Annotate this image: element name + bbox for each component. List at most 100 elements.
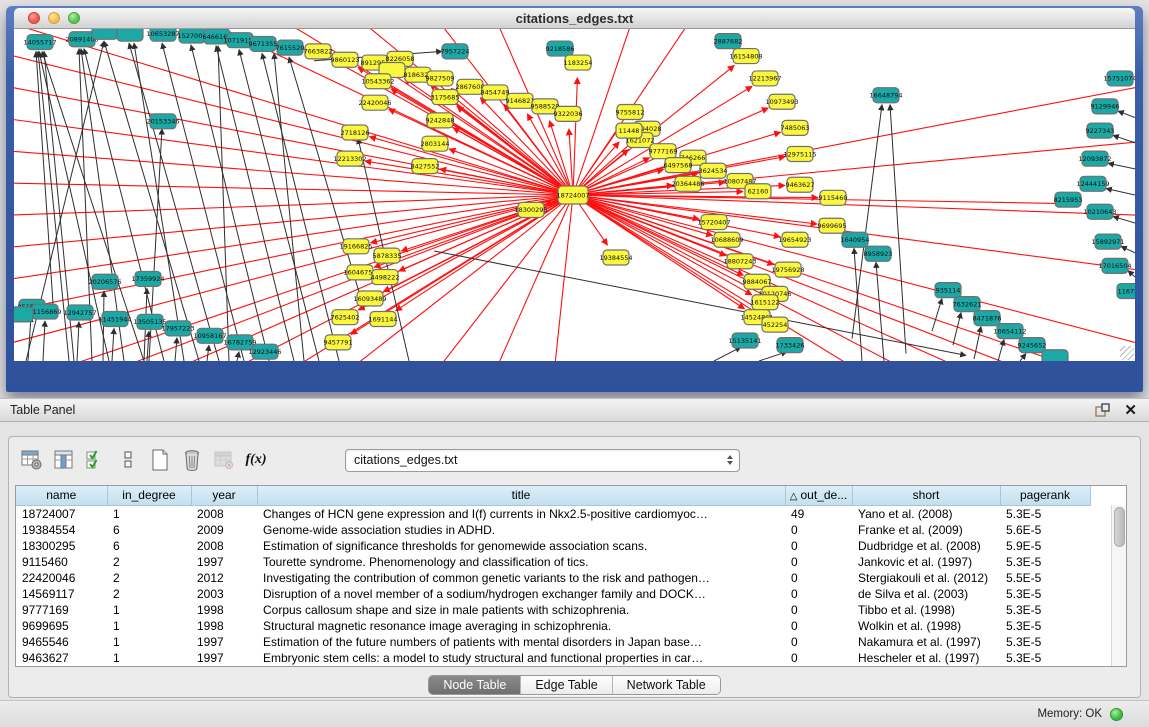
- table-row[interactable]: 1872400712008Changes of HCN gene express…: [16, 505, 1113, 522]
- graph-node[interactable]: 18807243: [723, 254, 756, 269]
- tab-node-table[interactable]: Node Table: [429, 676, 520, 694]
- graph-node[interactable]: 20153346: [146, 114, 179, 129]
- window-resize-grip-icon[interactable]: [1120, 346, 1134, 360]
- graph-node[interactable]: 9242848: [426, 113, 455, 128]
- tab-edge-table[interactable]: Edge Table: [520, 676, 611, 694]
- graph-node[interactable]: 16154808: [729, 49, 762, 64]
- graph-node[interactable]: 6497568: [664, 158, 693, 173]
- graph-node[interactable]: 7625402: [331, 310, 360, 325]
- graph-node[interactable]: 7632621: [953, 297, 982, 312]
- graph-node[interactable]: 2803144: [421, 136, 450, 151]
- graph-node[interactable]: 9129946: [1091, 99, 1120, 114]
- graph-hub-node[interactable]: 18724007: [556, 186, 589, 204]
- graph-node[interactable]: 1183254: [564, 55, 593, 70]
- graph-node[interactable]: 8471876: [973, 311, 1002, 326]
- graph-node[interactable]: 14055717: [23, 35, 56, 50]
- column-header-name[interactable]: name: [16, 486, 107, 505]
- graph-node[interactable]: 3175685: [431, 90, 460, 105]
- graph-node[interactable]: 1640954: [841, 232, 870, 247]
- graph-node[interactable]: 7615520: [276, 40, 305, 55]
- select-columns-button[interactable]: [51, 447, 77, 473]
- select-all-rows-button[interactable]: [83, 447, 109, 473]
- graph-node[interactable]: 17359924: [131, 271, 164, 286]
- graph-node[interactable]: 5878335: [373, 248, 402, 263]
- graph-node[interactable]: 17957223: [161, 321, 194, 336]
- graph-node[interactable]: 15135141: [728, 333, 761, 348]
- graph-node[interactable]: 2718126: [341, 125, 370, 140]
- graph-node[interactable]: 19756928: [771, 262, 804, 277]
- graph-node[interactable]: 935114: [935, 283, 961, 298]
- column-header-short[interactable]: short: [852, 486, 1000, 505]
- graph-node[interactable]: 19384554: [599, 250, 632, 265]
- graph-node[interactable]: [14, 307, 33, 322]
- table-row[interactable]: 946554611997Estimation of the future num…: [16, 634, 1113, 650]
- table-row[interactable]: 977716911998Corpus callosum shape and si…: [16, 602, 1113, 618]
- graph-node[interactable]: 16093489: [353, 291, 386, 306]
- column-header-pagerank[interactable]: pagerank: [1000, 486, 1090, 505]
- window-titlebar[interactable]: citations_edges.txt: [14, 8, 1135, 29]
- graph-node[interactable]: 452254: [762, 317, 788, 332]
- graph-node[interactable]: [1042, 350, 1068, 361]
- graph-node[interactable]: 19166825: [339, 239, 372, 254]
- graph-node[interactable]: 10543362: [361, 74, 394, 89]
- graph-node[interactable]: 18300295: [514, 202, 547, 217]
- create-table-button[interactable]: [147, 447, 173, 473]
- table-row[interactable]: 946362711997Embryonic stem cells: a mode…: [16, 650, 1113, 666]
- graph-node[interactable]: 9218586: [546, 41, 575, 56]
- graph-node[interactable]: 9463627: [786, 177, 815, 192]
- graph-node[interactable]: [92, 29, 118, 39]
- graph-node[interactable]: 9322036: [554, 106, 583, 121]
- graph-node[interactable]: 3624534: [699, 163, 728, 178]
- graph-node[interactable]: 12923446: [248, 344, 281, 359]
- graph-node[interactable]: 10958167: [193, 328, 226, 343]
- graph-node[interactable]: 9827509: [426, 71, 455, 86]
- graph-node[interactable]: [117, 29, 143, 41]
- graph-node[interactable]: 16648794: [869, 88, 902, 103]
- graph-node[interactable]: 9671355: [249, 36, 278, 51]
- graph-node[interactable]: 22420046: [358, 95, 391, 110]
- row-height-button[interactable]: [115, 447, 141, 473]
- delete-selected-button[interactable]: [179, 447, 205, 473]
- tab-network-table[interactable]: Network Table: [612, 676, 720, 694]
- graph-node[interactable]: 19654923: [778, 232, 811, 247]
- graph-node[interactable]: 7957224: [441, 44, 470, 59]
- column-header-title[interactable]: title: [257, 486, 785, 505]
- graph-node[interactable]: 10973493: [765, 94, 798, 109]
- graph-node[interactable]: 9227343: [1086, 123, 1115, 138]
- column-header-indegree[interactable]: in_degree: [107, 486, 191, 505]
- graph-node[interactable]: 20364486: [671, 176, 704, 191]
- table-row[interactable]: 2242004622012Investigating the contribut…: [16, 570, 1113, 586]
- close-panel-icon[interactable]: ✕: [1124, 403, 1137, 418]
- table-row[interactable]: 1938455462009Genome-wide association stu…: [16, 522, 1113, 538]
- graph-node[interactable]: 9457791: [324, 335, 353, 350]
- graph-node[interactable]: 20206576: [88, 274, 121, 289]
- column-header-outde[interactable]: △out_de...: [785, 486, 852, 505]
- graph-node[interactable]: 10688609: [710, 232, 743, 247]
- table-selector-dropdown[interactable]: citations_edges.txt: [345, 449, 740, 472]
- graph-node[interactable]: 9777169: [649, 144, 678, 159]
- graph-node[interactable]: 15751074: [1103, 71, 1135, 86]
- table-vertical-scrollbar[interactable]: [1111, 505, 1126, 666]
- graph-node[interactable]: 8427552: [411, 159, 440, 174]
- graph-node[interactable]: 116753: [1117, 284, 1135, 299]
- graph-node[interactable]: 8215953: [1054, 192, 1083, 207]
- function-builder-button[interactable]: f(x): [243, 447, 269, 473]
- graph-node[interactable]: 1733426: [776, 338, 805, 353]
- graph-node[interactable]: 1615122: [751, 295, 780, 310]
- table-header[interactable]: namein_degreeyeartitle△out_de...shortpag…: [16, 486, 1113, 505]
- graph-node[interactable]: 12444159: [1076, 176, 1109, 191]
- table-settings-button[interactable]: [19, 447, 45, 473]
- graph-node[interactable]: 12213967: [748, 71, 781, 86]
- graph-node[interactable]: 12975115: [783, 146, 816, 161]
- graph-node[interactable]: 9860123: [331, 52, 360, 67]
- float-panel-icon[interactable]: [1095, 403, 1110, 418]
- graph-node[interactable]: 62160: [745, 184, 771, 199]
- graph-node[interactable]: 7663822: [304, 44, 333, 59]
- graph-node[interactable]: 9115460: [819, 190, 848, 205]
- graph-node[interactable]: 4498222: [371, 270, 400, 285]
- graph-node[interactable]: 10654112: [993, 324, 1026, 339]
- graph-node[interactable]: 12093872: [1078, 151, 1111, 166]
- graph-node[interactable]: 9755812: [616, 105, 645, 120]
- graph-node[interactable]: 9699695: [818, 218, 847, 233]
- table-row[interactable]: 911546021997Tourette syndrome. Phenomeno…: [16, 554, 1113, 570]
